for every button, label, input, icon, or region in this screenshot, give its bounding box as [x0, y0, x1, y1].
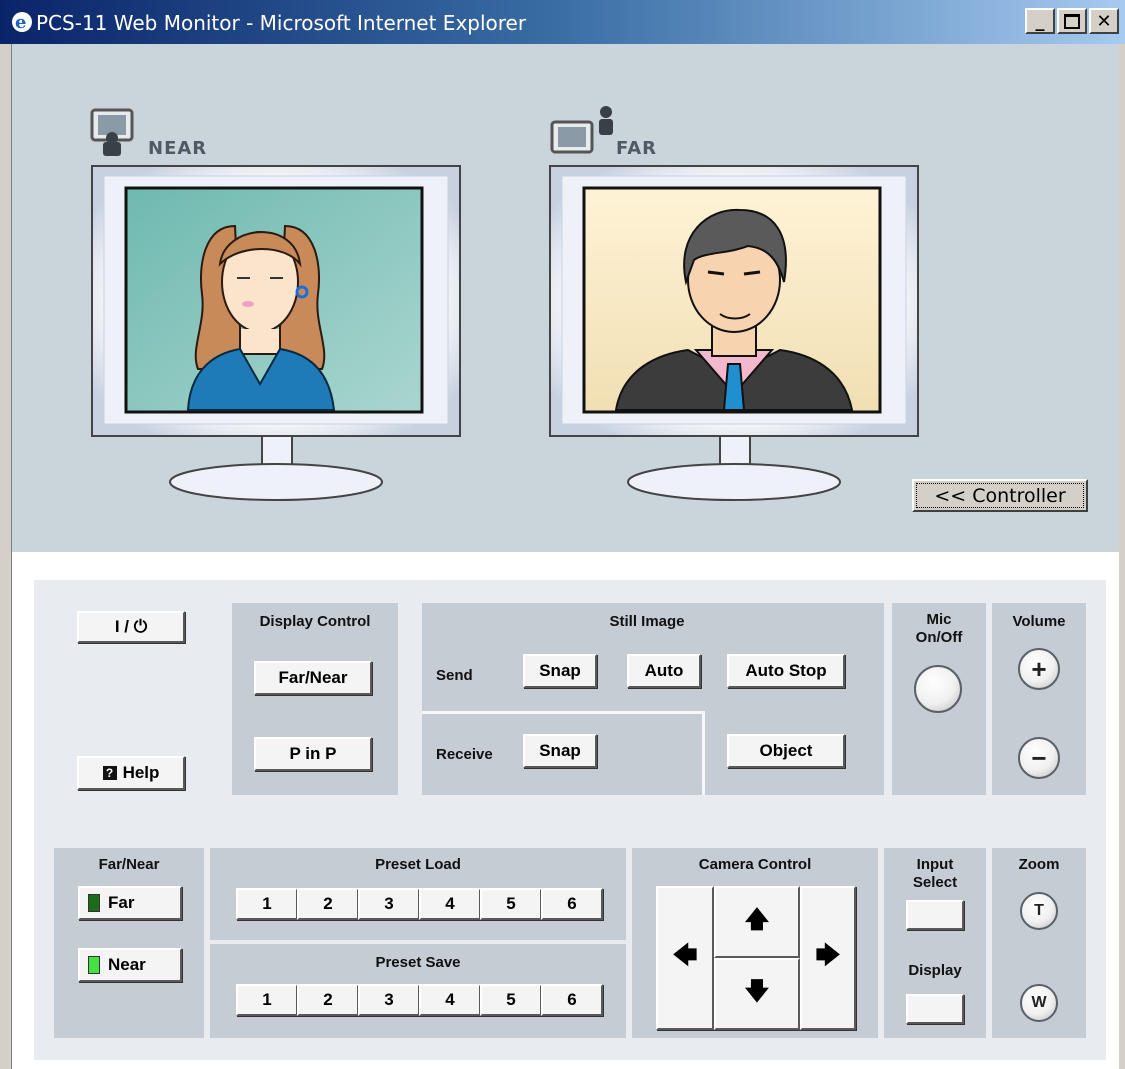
pinp-button[interactable]: P in P [254, 737, 372, 771]
send-auto-button[interactable]: Auto [627, 654, 701, 688]
minimize-button[interactable]: _ [1025, 8, 1055, 34]
mic-panel: Mic On/Off [892, 603, 986, 795]
maximize-icon [1064, 13, 1080, 29]
near-led-icon [88, 956, 100, 974]
zoom-title: Zoom [1018, 856, 1060, 873]
window-titlebar: e PCS-11 Web Monitor - Microsoft Interne… [0, 0, 1125, 44]
send-snap-button[interactable]: Snap [523, 654, 597, 688]
preset-save-6[interactable]: 6 [541, 984, 603, 1016]
near-select-label: Near [108, 955, 146, 974]
zoom-wide-button[interactable]: W [1020, 984, 1058, 1022]
preset-save-3[interactable]: 3 [358, 984, 420, 1016]
camera-up-button[interactable]: 🡅 [714, 886, 800, 958]
camera-right-button[interactable]: 🡆 [800, 886, 856, 1030]
controller-panel: I / ⏻ ? Help Display Control Far/Near P … [34, 580, 1106, 1060]
far-led-icon [88, 894, 100, 912]
preset-save-5[interactable]: 5 [480, 984, 542, 1016]
send-label: Send [436, 667, 473, 684]
volume-panel: Volume + − [992, 603, 1086, 795]
preset-load-6[interactable]: 6 [541, 888, 603, 920]
preset-load-4[interactable]: 4 [419, 888, 481, 920]
arrow-right-icon: 🡆 [815, 941, 841, 969]
preset-save-title: Preset Save [375, 954, 461, 971]
far-monitor [549, 165, 919, 501]
input-select-panel: Input Select Display [884, 848, 986, 1038]
power-button[interactable]: I / ⏻ [77, 611, 185, 643]
internet-explorer-icon: e [12, 12, 32, 33]
arrow-up-icon: 🡅 [744, 905, 770, 933]
receive-label: Receive [436, 746, 493, 763]
minus-icon: − [1031, 742, 1047, 773]
zoom-panel: Zoom T W [992, 848, 1086, 1038]
preset-load-3[interactable]: 3 [358, 888, 420, 920]
arrow-left-icon: 🡄 [672, 941, 698, 969]
zoom-wide-label: W [1031, 994, 1047, 1011]
preset-load-1[interactable]: 1 [236, 888, 298, 920]
far-label: FAR [616, 138, 658, 159]
far-near-panel: Far/Near Far Near [54, 848, 204, 1038]
maximize-button[interactable] [1057, 8, 1087, 34]
window-right-border [1119, 44, 1125, 1069]
still-image-panel: Still Image Send Snap Auto Auto Stop Rec… [422, 603, 884, 795]
far-select-button[interactable]: Far [78, 886, 182, 920]
mic-toggle-button[interactable] [914, 665, 962, 713]
help-button[interactable]: ? Help [77, 756, 185, 790]
preset-save-2[interactable]: 2 [297, 984, 359, 1016]
close-button[interactable]: ✕ [1089, 8, 1119, 34]
display-control-panel: Display Control Far/Near P in P [232, 603, 398, 795]
still-image-title: Still Image [609, 613, 685, 630]
preset-load-panel: Preset Load 1 2 3 4 5 6 [210, 848, 626, 940]
preset-load-title: Preset Load [375, 856, 461, 873]
far-near-display-button[interactable]: Far/Near [254, 661, 372, 695]
plus-icon: + [1031, 653, 1047, 684]
object-button[interactable]: Object [727, 734, 845, 768]
far-select-label: Far [108, 893, 135, 912]
controller-toggle-button[interactable]: << Controller [912, 479, 1088, 512]
input-select-button[interactable] [906, 900, 964, 930]
monitor-viewer: NEAR FAR [12, 44, 1119, 552]
far-camera-icon [550, 106, 613, 154]
send-autostop-button[interactable]: Auto Stop [727, 654, 845, 688]
display-control-title: Display Control [259, 613, 371, 630]
camera-down-button[interactable]: 🡇 [714, 958, 800, 1030]
volume-up-button[interactable]: + [1018, 648, 1060, 690]
display-title: Display [908, 962, 962, 979]
camera-control-panel: Camera Control 🡄 🡅 🡇 🡆 [632, 848, 878, 1038]
near-monitor [91, 165, 461, 501]
preset-load-2[interactable]: 2 [297, 888, 359, 920]
camera-left-button[interactable]: 🡄 [656, 886, 714, 1030]
receive-snap-button[interactable]: Snap [523, 734, 597, 768]
close-icon: ✕ [1096, 10, 1112, 32]
input-select-title: Input Select [912, 856, 958, 891]
preset-save-1[interactable]: 1 [236, 984, 298, 1016]
help-label: Help [122, 763, 160, 782]
mic-title: Mic On/Off [915, 611, 963, 646]
window-left-border [0, 44, 12, 1069]
preset-save-panel: Preset Save 1 2 3 4 5 6 [210, 944, 626, 1038]
preset-load-5[interactable]: 5 [480, 888, 542, 920]
far-near-title: Far/Near [98, 856, 160, 873]
zoom-tele-button[interactable]: T [1020, 892, 1058, 930]
camera-control-title: Camera Control [698, 856, 812, 873]
help-icon: ? [102, 766, 117, 780]
near-label: NEAR [148, 138, 208, 159]
still-image-divider-h [422, 711, 704, 714]
near-select-button[interactable]: Near [78, 948, 182, 982]
volume-down-button[interactable]: − [1018, 737, 1060, 779]
zoom-tele-label: T [1034, 902, 1044, 919]
minimize-icon: _ [1035, 10, 1045, 32]
arrow-down-icon: 🡇 [744, 977, 770, 1005]
still-image-divider-v [702, 711, 705, 795]
preset-save-4[interactable]: 4 [419, 984, 481, 1016]
display-button[interactable] [906, 994, 964, 1024]
volume-title: Volume [1012, 613, 1066, 630]
window-title: PCS-11 Web Monitor - Microsoft Internet … [36, 11, 527, 35]
svg-text:e: e [15, 12, 26, 33]
near-camera-icon [90, 108, 134, 156]
